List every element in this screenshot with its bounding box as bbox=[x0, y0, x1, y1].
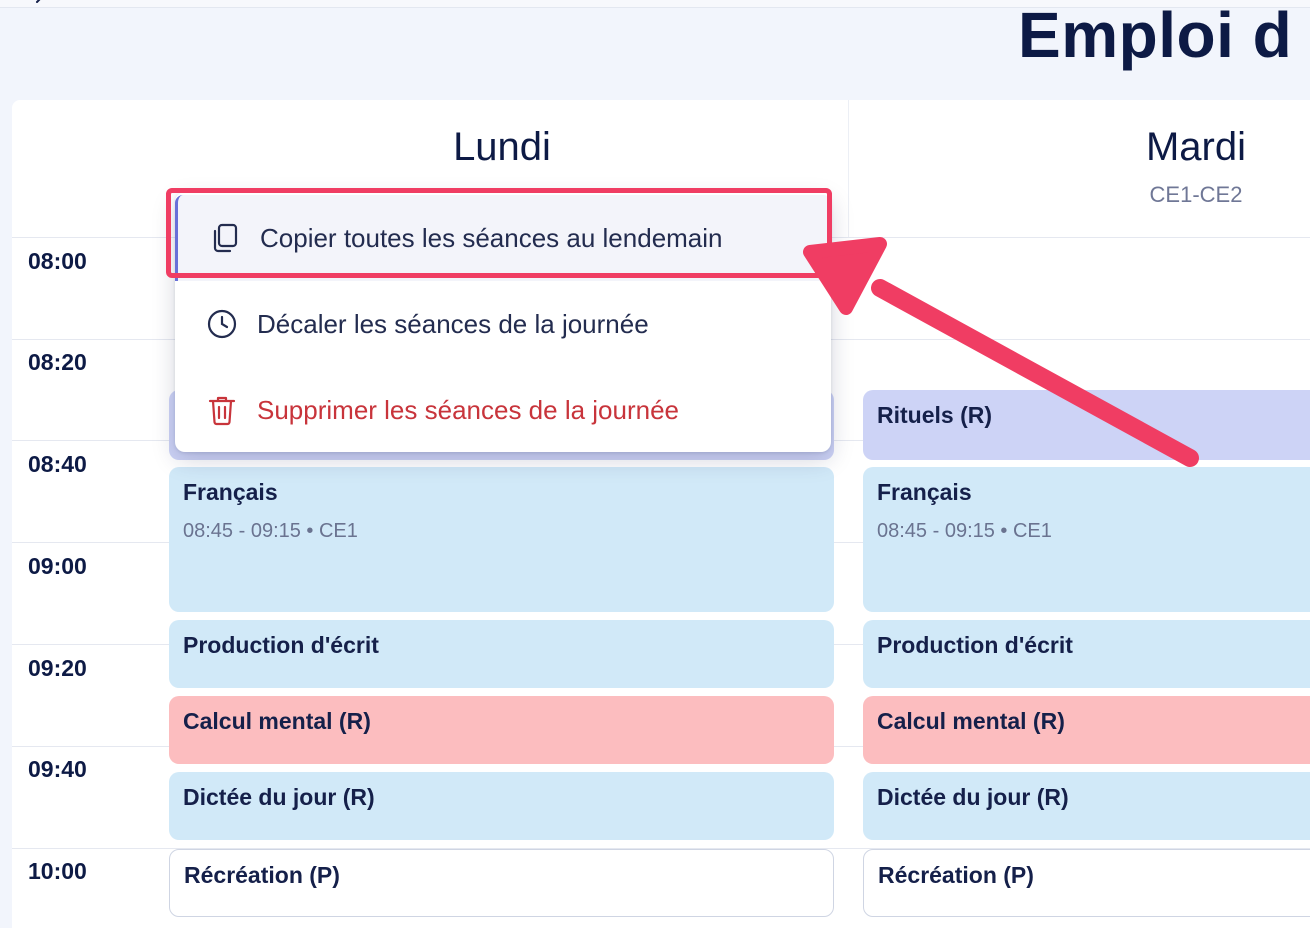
day-header-mardi: Mardi CE1-CE2 bbox=[1080, 125, 1310, 208]
time-label: 08:00 bbox=[28, 248, 87, 274]
session-time-class: 08:45 - 09:15 • CE1 bbox=[877, 520, 1052, 542]
session-title: Dictée du jour (R) bbox=[183, 784, 375, 810]
trash-icon bbox=[205, 393, 239, 427]
session-title: Calcul mental (R) bbox=[877, 708, 1065, 734]
header-divider bbox=[848, 100, 849, 238]
session-card-lundi-francais[interactable]: Français 08:45 - 09:15 • CE1 bbox=[169, 467, 834, 612]
menu-item-shift-sessions[interactable]: Décaler les séances de la journée bbox=[175, 281, 831, 367]
session-title: Français bbox=[183, 479, 278, 505]
session-card-mardi-dictee[interactable]: Dictée du jour (R) bbox=[863, 772, 1310, 840]
session-time-class: 08:45 - 09:15 • CE1 bbox=[183, 520, 358, 542]
annotation-arrow bbox=[803, 237, 1199, 467]
day-name: Mardi bbox=[1145, 125, 1247, 169]
session-title: Récréation (P) bbox=[878, 862, 1034, 888]
session-card-mardi-calcul[interactable]: Calcul mental (R) bbox=[863, 696, 1310, 764]
session-card-lundi-production[interactable]: Production d'écrit bbox=[169, 620, 834, 688]
session-card-mardi-production[interactable]: Production d'écrit bbox=[863, 620, 1310, 688]
time-label: 08:40 bbox=[28, 451, 87, 477]
session-card-mardi-francais[interactable]: Français 08:45 - 09:15 • CE1 bbox=[863, 467, 1310, 612]
session-card-mardi-recreation[interactable]: Récréation (P) bbox=[863, 849, 1310, 917]
session-card-lundi-recreation[interactable]: Récréation (P) bbox=[169, 849, 834, 917]
time-label: 09:20 bbox=[28, 655, 87, 681]
menu-item-label: Décaler les séances de la journée bbox=[257, 308, 649, 339]
time-label: 10:00 bbox=[28, 858, 87, 884]
day-name: Lundi bbox=[453, 125, 551, 169]
menu-item-delete-sessions[interactable]: Supprimer les séances de la journée bbox=[175, 367, 831, 453]
session-card-lundi-calcul[interactable]: Calcul mental (R) bbox=[169, 696, 834, 764]
day-header-lundi: Lundi bbox=[168, 125, 836, 170]
session-card-lundi-dictee[interactable]: Dictée du jour (R) bbox=[169, 772, 834, 840]
session-title: Calcul mental (R) bbox=[183, 708, 371, 734]
day-class-label: CE1-CE2 bbox=[1149, 182, 1243, 207]
clock-icon bbox=[205, 307, 239, 341]
session-title: Récréation (P) bbox=[184, 862, 340, 888]
annotation-highlight bbox=[166, 188, 832, 278]
session-title: Production d'écrit bbox=[183, 632, 379, 658]
time-label: 09:00 bbox=[28, 553, 87, 579]
session-title: Production d'écrit bbox=[877, 632, 1073, 658]
session-title: Dictée du jour (R) bbox=[877, 784, 1069, 810]
session-title: Français bbox=[877, 479, 972, 505]
time-label: 09:40 bbox=[28, 756, 87, 782]
time-label: 08:20 bbox=[28, 349, 87, 375]
page-title: Emploi d bbox=[1018, 0, 1293, 71]
chevron-left-icon[interactable] bbox=[32, 0, 48, 12]
menu-item-label: Supprimer les séances de la journée bbox=[257, 394, 680, 425]
